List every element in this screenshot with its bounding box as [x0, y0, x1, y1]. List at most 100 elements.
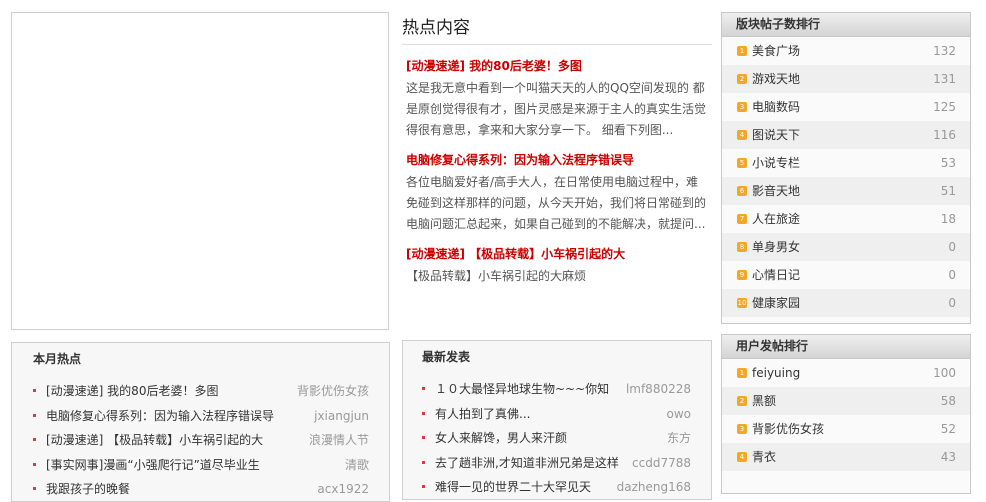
rank-number-badge: 4: [737, 130, 747, 140]
post-title-link[interactable]: 电脑修复心得系列：因为输入法程序错误导: [46, 404, 274, 428]
section-post-rank-panel: 版块帖子数排行 1 美食广场 132 2 游戏天地 131 3 电脑数码 125 4 图说天下 116…: [721, 12, 971, 324]
rank-name-link[interactable]: 小说专栏: [752, 149, 800, 177]
rank-count: 100: [933, 366, 956, 380]
hot-item: [动漫速递] 我的80后老婆！多图 这是我无意中看到一个叫猫天天的人的QQ空间发…: [402, 58, 712, 141]
rank-number-badge: 1: [737, 46, 747, 56]
rank-count: 0: [948, 240, 956, 254]
post-author-link[interactable]: owo: [667, 402, 692, 426]
section-rank-row[interactable]: 6 影音天地 51: [722, 177, 970, 205]
rank-number-badge: 7: [737, 214, 747, 224]
bullet-icon: [33, 438, 36, 441]
section-rank-row[interactable]: 3 电脑数码 125: [722, 93, 970, 121]
post-author-link[interactable]: ccdd7788: [632, 451, 691, 475]
user-rank-row[interactable]: 1 feiyuing 100: [722, 359, 970, 387]
rank-number-badge: 6: [737, 186, 747, 196]
latest-posts-panel: 最新发表 １０大最怪异地球生物~~~你知 lmf880228 有人拍到了真佛... o…: [402, 340, 712, 500]
rank-name-link[interactable]: 青衣: [752, 443, 776, 471]
section-rank-title: 版块帖子数排行: [722, 13, 970, 37]
rank-count: 0: [948, 296, 956, 310]
rank-count: 132: [933, 44, 956, 58]
post-title-link[interactable]: [动漫速递] 【极品转载】小车祸引起的大: [46, 428, 263, 452]
post-author-link[interactable]: jxiangjun: [314, 404, 369, 428]
post-title-link[interactable]: １０大最怪异地球生物~~~你知: [435, 377, 609, 401]
bullet-icon: [33, 487, 36, 490]
section-rank-row[interactable]: 10 健康家园 0: [722, 289, 970, 317]
rank-count: 131: [933, 72, 956, 86]
hot-item: 电脑修复心得系列：因为输入法程序错误导 各位电脑爱好者/高手大人，在日常使用电脑…: [402, 152, 712, 235]
rank-count: 116: [933, 128, 956, 142]
month-hot-list: [动漫速递] 我的80后老婆！多图 背影优伤女孩 电脑修复心得系列：因为输入法程序错…: [33, 379, 369, 502]
post-author-link[interactable]: 东方: [667, 426, 691, 450]
list-item: 女人来解馋，男人来汗颜 东方: [422, 426, 691, 451]
rank-count: 0: [948, 268, 956, 282]
list-item: １０大最怪异地球生物~~~你知 lmf880228: [422, 377, 691, 402]
month-hot-panel: 本月热点 [动漫速递] 我的80后老婆！多图 背影优伤女孩 电脑修复心得系列：因为输…: [11, 342, 390, 502]
rank-number-badge: 5: [737, 158, 747, 168]
rank-number-badge: 3: [737, 424, 747, 434]
post-title-link[interactable]: 难得一见的世界二十大罕见天: [435, 475, 591, 499]
section-rank-row[interactable]: 2 游戏天地 131: [722, 65, 970, 93]
rank-name-link[interactable]: feiyuing: [752, 359, 800, 387]
rank-number-badge: 9: [737, 270, 747, 280]
user-rank-row[interactable]: 4 青衣 43: [722, 443, 970, 471]
rank-name-link[interactable]: 黑额: [752, 387, 776, 415]
rank-number-badge: 1: [737, 368, 747, 378]
bullet-icon: [422, 436, 425, 439]
rank-name-link[interactable]: 健康家园: [752, 289, 800, 317]
user-rank-list: 1 feiyuing 100 2 黑额 58 3 背影优伤女孩 52 4 青衣 43: [722, 359, 970, 471]
post-title-link[interactable]: 我跟孩子的晚餐: [46, 477, 130, 501]
month-hot-title: 本月热点: [33, 352, 82, 366]
rank-name-link[interactable]: 游戏天地: [752, 65, 800, 93]
rank-name-link[interactable]: 美食广场: [752, 37, 800, 65]
section-rank-row[interactable]: 4 图说天下 116: [722, 121, 970, 149]
post-title-link[interactable]: [动漫速递] 我的80后老婆！多图: [46, 379, 218, 403]
rank-name-link[interactable]: 影音天地: [752, 177, 800, 205]
user-rank-row[interactable]: 2 黑额 58: [722, 387, 970, 415]
post-author-link[interactable]: dazheng168: [617, 475, 691, 499]
post-title-link[interactable]: [事实网事]漫画“小强爬行记”道尽毕业生: [46, 453, 260, 477]
rank-name-link[interactable]: 电脑数码: [752, 93, 800, 121]
list-item: [动漫速递] 我的80后老婆！多图 背影优伤女孩: [33, 379, 369, 404]
post-title-link[interactable]: 有人拍到了真佛...: [435, 402, 530, 426]
bullet-icon: [33, 462, 36, 466]
section-rank-row[interactable]: 8 单身男女 0: [722, 233, 970, 261]
list-item: 我跟孩子的晚餐 acx1922: [33, 477, 369, 502]
hot-item-summary: 这是我无意中看到一个叫猫天天的人的QQ空间发现的 都是原创觉得很有才，图片灵感是…: [406, 81, 707, 137]
bullet-icon: [422, 411, 425, 415]
rank-name-link[interactable]: 单身男女: [752, 233, 800, 261]
post-author-link[interactable]: acx1922: [317, 477, 369, 501]
hot-item-title-link[interactable]: [动漫速递] 【极品转载】小车祸引起的大: [406, 246, 712, 262]
post-author-link[interactable]: 清歌: [345, 453, 369, 477]
hot-item-title-link[interactable]: 电脑修复心得系列：因为输入法程序错误导: [406, 152, 712, 168]
post-author-link[interactable]: lmf880228: [626, 377, 691, 401]
post-title-link[interactable]: 女人来解馋，男人来汗颜: [435, 426, 567, 450]
post-author-link[interactable]: 浪漫情人节: [309, 428, 369, 452]
rank-count: 52: [940, 422, 956, 436]
rank-name-link[interactable]: 心情日记: [752, 261, 800, 289]
rank-count: 43: [940, 450, 956, 464]
latest-list: １０大最怪异地球生物~~~你知 lmf880228 有人拍到了真佛... owo 女人来…: [422, 377, 691, 500]
list-item: 电脑修复心得系列：因为输入法程序错误导 jxiangjun: [33, 404, 369, 429]
user-rank-row[interactable]: 3 背影优伤女孩 52: [722, 415, 970, 443]
rank-name-link[interactable]: 背影优伤女孩: [752, 415, 824, 443]
hot-item-summary: 各位电脑爱好者/高手大人，在日常使用电脑过程中，难免碰到这样那样的问题，从今天开…: [406, 175, 707, 231]
bullet-icon: [33, 413, 36, 417]
section-rank-list: 1 美食广场 132 2 游戏天地 131 3 电脑数码 125 4 图说天下 116 5 小说专栏 53 6…: [722, 37, 970, 317]
hot-content-title: 热点内容: [402, 12, 712, 45]
section-rank-row[interactable]: 9 心情日记 0: [722, 261, 970, 289]
post-author-link[interactable]: 背影优伤女孩: [297, 379, 369, 403]
list-item: [事实网事]漫画“小强爬行记”道尽毕业生 清歌: [33, 453, 369, 478]
post-title-link[interactable]: 去了趟非洲,才知道非洲兄弟是这样: [435, 451, 619, 475]
bullet-icon: [422, 460, 425, 464]
hot-item-summary: 【极品转载】小车祸引起的大麻烦: [406, 269, 587, 283]
section-rank-row[interactable]: 7 人在旅途 18: [722, 205, 970, 233]
list-item: [动漫速递] 【极品转载】小车祸引起的大 浪漫情人节: [33, 428, 369, 453]
section-rank-row[interactable]: 1 美食广场 132: [722, 37, 970, 65]
bullet-icon: [33, 389, 36, 392]
section-rank-row[interactable]: 5 小说专栏 53: [722, 149, 970, 177]
rank-name-link[interactable]: 图说天下: [752, 121, 800, 149]
list-item: 难得一见的世界二十大罕见天 dazheng168: [422, 475, 691, 500]
hot-item-title-link[interactable]: [动漫速递] 我的80后老婆！多图: [406, 58, 712, 74]
rank-name-link[interactable]: 人在旅途: [752, 205, 800, 233]
featured-image-slot[interactable]: [11, 12, 389, 330]
